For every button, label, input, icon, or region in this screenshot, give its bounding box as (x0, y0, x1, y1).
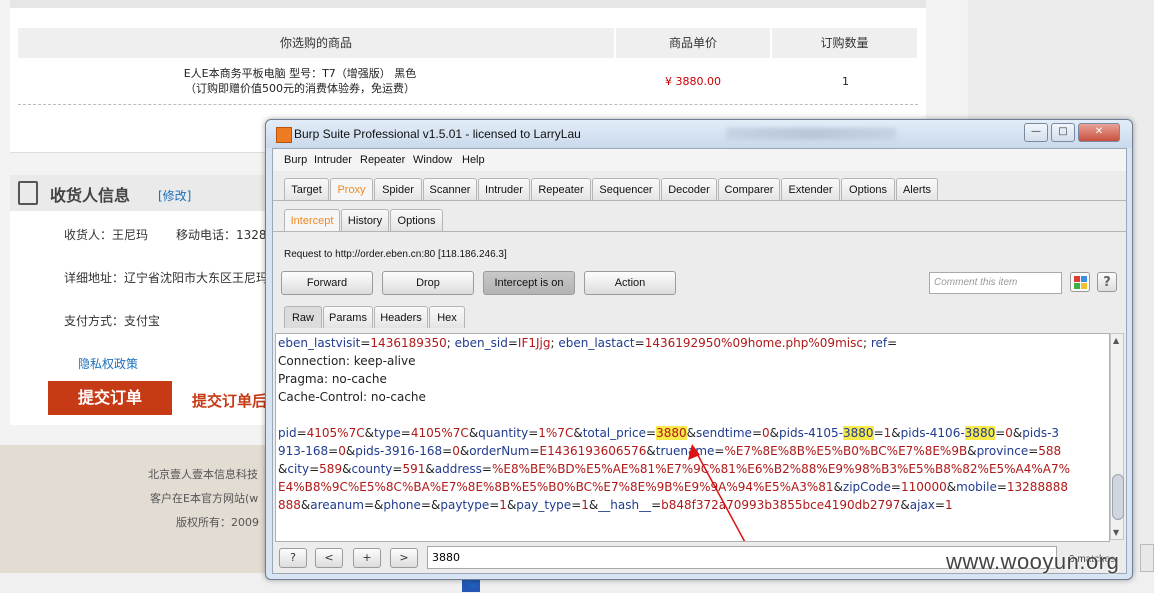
raw-request-editor[interactable]: eben_lastvisit=1436189350; eben_sid=IF1J… (275, 333, 1110, 542)
menu-help[interactable]: Help (462, 154, 485, 166)
product-name: E人E本商务平板电脑 型号：T7（增强版） 黑色 (183, 67, 417, 80)
edit-link[interactable]: [修改] (158, 187, 191, 204)
divider (18, 104, 918, 105)
search-add-button[interactable]: + (353, 548, 381, 568)
menu-window[interactable]: Window (413, 154, 452, 166)
titlebar[interactable]: Burp Suite Professional v1.5.01 - licens… (266, 120, 1132, 148)
scroll-down-icon[interactable]: ▼ (1113, 528, 1119, 537)
menu-intruder[interactable]: Intruder (314, 154, 352, 166)
maximize-button[interactable]: □ (1051, 123, 1075, 142)
annotation-arrow (688, 444, 746, 541)
view-tab-hex[interactable]: Hex (429, 306, 465, 328)
view-tab-params[interactable]: Params (323, 306, 373, 328)
search-prev-button[interactable]: < (315, 548, 343, 568)
product-description: E人E本商务平板电脑 型号：T7（增强版） 黑色 （订购即赠价值500元的消费体… (150, 66, 450, 96)
tab-sequencer[interactable]: Sequencer (592, 178, 660, 200)
burp-app-icon (276, 127, 292, 143)
col-header-qty: 订购数量 (772, 28, 917, 58)
menu-bar: Burp Intruder Repeater Window Help (273, 149, 1126, 171)
divider (273, 231, 1126, 232)
col-header-price: 商品单价 (616, 28, 770, 58)
tab-proxy[interactable]: Proxy (330, 178, 373, 200)
watermark: www.wooyun.org (946, 549, 1120, 574)
window-title: Burp Suite Professional v1.5.01 - licens… (294, 127, 581, 141)
help-icon[interactable]: ? (1097, 272, 1117, 292)
tab-scanner[interactable]: Scanner (423, 178, 477, 200)
view-tab-headers[interactable]: Headers (374, 306, 428, 328)
tab-decoder[interactable]: Decoder (661, 178, 717, 200)
intercept-toggle-button[interactable]: Intercept is on (483, 271, 575, 295)
menu-repeater[interactable]: Repeater (360, 154, 405, 166)
tab-intruder[interactable]: Intruder (478, 178, 530, 200)
receiver-phone: 移动电话：13288 (176, 228, 275, 242)
tab-extender[interactable]: Extender (781, 178, 840, 200)
tab-options[interactable]: Options (841, 178, 895, 200)
forward-button[interactable]: Forward (281, 271, 373, 295)
receiver-name: 收货人：王尼玛 (64, 228, 149, 242)
submit-note: 提交订单后 (192, 392, 268, 410)
product-promo: （订购即赠价值500元的消费体验券，免运费） (185, 82, 415, 95)
search-next-button[interactable]: > (390, 548, 418, 568)
search-help-button[interactable]: ? (279, 548, 307, 568)
submit-order-button[interactable]: 提交订单 (48, 381, 172, 415)
drop-button[interactable]: Drop (382, 271, 474, 295)
burp-content: Burp Intruder Repeater Window Help Targe… (272, 148, 1127, 574)
editor-scrollbar[interactable]: ▲ ▼ (1110, 333, 1124, 540)
receiver-title: 收货人信息 (50, 186, 131, 205)
request-target: Request to http://order.eben.cn:80 [118.… (284, 249, 507, 260)
tab-repeater[interactable]: Repeater (531, 178, 591, 200)
product-qty: 1 (842, 75, 849, 88)
scroll-thumb[interactable] (1112, 474, 1124, 520)
footer-notice: 客户在E本官方网站(w (150, 492, 259, 505)
menu-burp[interactable]: Burp (284, 154, 307, 166)
burp-window: Burp Suite Professional v1.5.01 - licens… (265, 119, 1133, 580)
document-icon (18, 181, 38, 205)
tab-comparer[interactable]: Comparer (718, 178, 780, 200)
blurred-text (726, 128, 896, 140)
receiver-address: 详细地址：辽宁省沈阳市大东区王尼玛 (64, 271, 269, 285)
privacy-link[interactable]: 隐私权政策 (78, 355, 138, 372)
subtab-intercept[interactable]: Intercept (284, 209, 340, 231)
tab-target[interactable]: Target (284, 178, 329, 200)
comment-input[interactable]: Comment this item (929, 272, 1062, 294)
payment-method: 支付方式：支付宝 (64, 314, 161, 328)
subtab-options[interactable]: Options (390, 209, 443, 231)
divider (273, 200, 1126, 201)
minimize-button[interactable]: — (1024, 123, 1048, 142)
page-scrollbar[interactable] (1140, 544, 1154, 572)
col-header-product: 你选购的商品 (18, 28, 614, 58)
action-button[interactable]: Action (584, 271, 676, 295)
highlight-color-icon[interactable] (1070, 272, 1090, 292)
subtab-history[interactable]: History (341, 209, 389, 231)
scroll-up-icon[interactable]: ▲ (1113, 336, 1119, 345)
footer-company: 北京壹人壹本信息科技 (148, 468, 258, 481)
product-price: ¥ 3880.00 (665, 75, 721, 88)
tab-spider[interactable]: Spider (374, 178, 422, 200)
footer-copyright: 版权所有：2009 (176, 516, 259, 529)
view-tab-raw[interactable]: Raw (284, 306, 322, 328)
divider (10, 0, 926, 8)
tab-alerts[interactable]: Alerts (896, 178, 938, 200)
close-button[interactable]: ✕ (1078, 123, 1120, 142)
